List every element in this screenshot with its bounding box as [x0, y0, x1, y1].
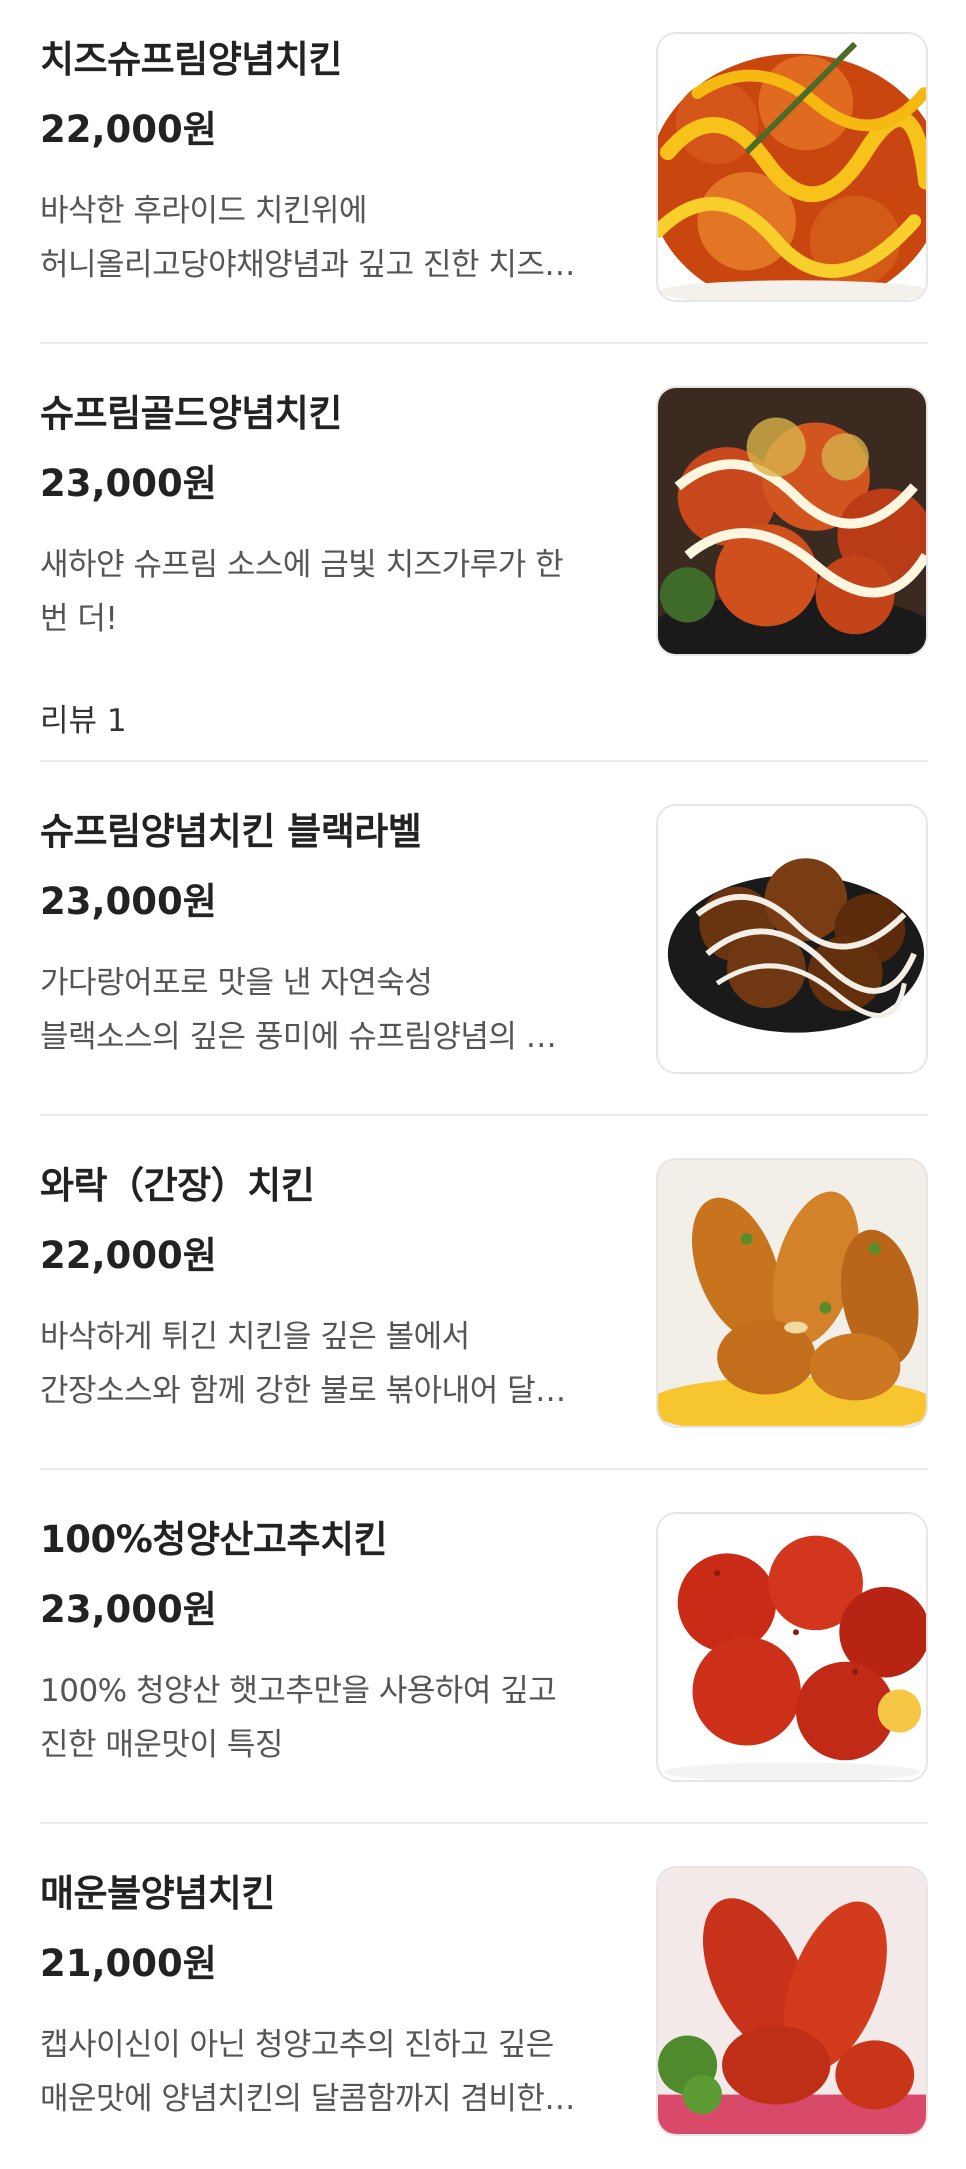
- description-line: 바삭한 후라이드 치킨위에: [40, 193, 367, 229]
- divider: [40, 1468, 928, 1470]
- black-label-chicken-photo[interactable]: [656, 804, 928, 1074]
- menu-item-name: 슈프림골드양념치킨: [40, 392, 342, 435]
- description-line: 새하얀 슈프림 소스에 금빛 치즈가루가 한: [40, 547, 564, 583]
- menu-item-price: 23,000원: [40, 462, 217, 505]
- menu-item-price: 23,000원: [40, 1588, 217, 1631]
- cheese-supreme-chicken-photo[interactable]: [656, 32, 928, 302]
- menu-item-price: 22,000원: [40, 108, 217, 151]
- review-count[interactable]: 리뷰 1: [40, 694, 127, 748]
- menu-item-description: 새하얀 슈프림 소스에 금빛 치즈가루가 한 번 더!: [40, 538, 620, 646]
- menu-item-description: 바삭하게 튀긴 치킨을 깊은 볼에서 간장소스와 함께 강한 불로 볶아내어 달…: [40, 1310, 620, 1418]
- divider: [40, 1822, 928, 1824]
- description-line: 번 더!: [40, 601, 118, 637]
- menu-item-description: 가다랑어포로 맛을 낸 자연숙성 블랙소스의 깊은 풍미에 슈프림양념의 …: [40, 956, 620, 1064]
- description-line: 바삭하게 튀긴 치킨을 깊은 볼에서: [40, 1319, 470, 1355]
- menu-item-description: 100% 청양산 햇고추만을 사용하여 깊고 진한 매운맛이 특징: [40, 1664, 620, 1772]
- description-line: 매운맛에 양념치킨의 달콤함까지 겸비한…: [40, 2081, 575, 2117]
- divider: [40, 760, 928, 762]
- divider: [40, 1114, 928, 1116]
- menu-item-price: 22,000원: [40, 1234, 217, 1277]
- soy-sauce-chicken-photo[interactable]: [656, 1158, 928, 1428]
- menu-item-name: 100%청양산고추치킨: [40, 1518, 388, 1561]
- description-line: 허니올리고당야채양념과 깊고 진한 치즈…: [40, 247, 575, 283]
- menu-item-name: 치즈슈프림양념치킨: [40, 38, 342, 81]
- menu-item-name: 슈프림양념치킨 블랙라벨: [40, 810, 422, 853]
- spicy-fire-chicken-photo[interactable]: [656, 1866, 928, 2136]
- menu-item-spicy-fire[interactable]: 매운불양념치킨 21,000원 캡사이신이 아닌 청양고추의 진하고 깊은 매운…: [40, 1866, 928, 2136]
- menu-item-price: 23,000원: [40, 880, 217, 923]
- cheongyang-pepper-chicken-photo[interactable]: [656, 1512, 928, 1782]
- menu-item-description: 바삭한 후라이드 치킨위에 허니올리고당야채양념과 깊고 진한 치즈…: [40, 184, 620, 292]
- menu-item-description: 캡사이신이 아닌 청양고추의 진하고 깊은 매운맛에 양념치킨의 달콤함까지 겸…: [40, 2018, 620, 2126]
- divider: [40, 342, 928, 344]
- description-line: 블랙소스의 깊은 풍미에 슈프림양념의 …: [40, 1019, 557, 1055]
- menu-item-supreme-gold[interactable]: 슈프림골드양념치킨 23,000원 새하얀 슈프림 소스에 금빛 치즈가루가 한…: [40, 386, 928, 746]
- menu-item-cheongyang-pepper[interactable]: 100%청양산고추치킨 23,000원 100% 청양산 햇고추만을 사용하여 …: [40, 1512, 928, 1782]
- menu-item-black-label[interactable]: 슈프림양념치킨 블랙라벨 23,000원 가다랑어포로 맛을 낸 자연숙성 블랙…: [40, 804, 928, 1074]
- menu-item-price: 21,000원: [40, 1942, 217, 1985]
- menu-item-soy-sauce[interactable]: 와락（간장）치킨 22,000원 바삭하게 튀긴 치킨을 깊은 볼에서 간장소스…: [40, 1158, 928, 1428]
- menu-item-name: 와락（간장）치킨: [40, 1164, 315, 1207]
- description-line: 진한 매운맛이 특징: [40, 1727, 283, 1763]
- menu-list: 치즈슈프림양념치킨 22,000원 바삭한 후라이드 치킨위에 허니올리고당야채…: [0, 0, 966, 2169]
- description-line: 가다랑어포로 맛을 낸 자연숙성: [40, 965, 433, 1001]
- menu-item-cheese-supreme[interactable]: 치즈슈프림양념치킨 22,000원 바삭한 후라이드 치킨위에 허니올리고당야채…: [40, 32, 928, 302]
- description-line: 캡사이신이 아닌 청양고추의 진하고 깊은: [40, 2027, 554, 2063]
- description-line: 간장소스와 함께 강한 불로 볶아내어 달…: [40, 1373, 566, 1409]
- description-line: 100% 청양산 햇고추만을 사용하여 깊고: [40, 1673, 557, 1709]
- menu-item-name: 매운불양념치킨: [40, 1872, 275, 1915]
- supreme-gold-chicken-photo[interactable]: [656, 386, 928, 656]
